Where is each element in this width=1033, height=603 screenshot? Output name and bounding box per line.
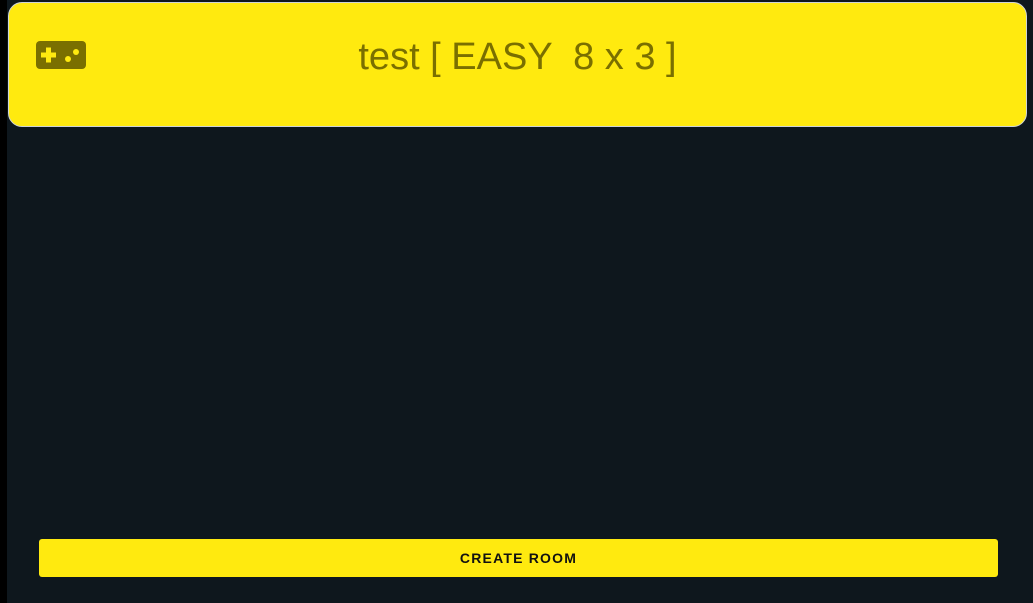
game-header: test [ EASY 8 x 3 ] [8, 2, 1027, 127]
create-room-button[interactable]: CREATE ROOM [39, 539, 998, 577]
app-container: test [ EASY 8 x 3 ] CREATE ROOM [7, 0, 1033, 603]
page-title: test [ EASY 8 x 3 ] [358, 36, 677, 78]
